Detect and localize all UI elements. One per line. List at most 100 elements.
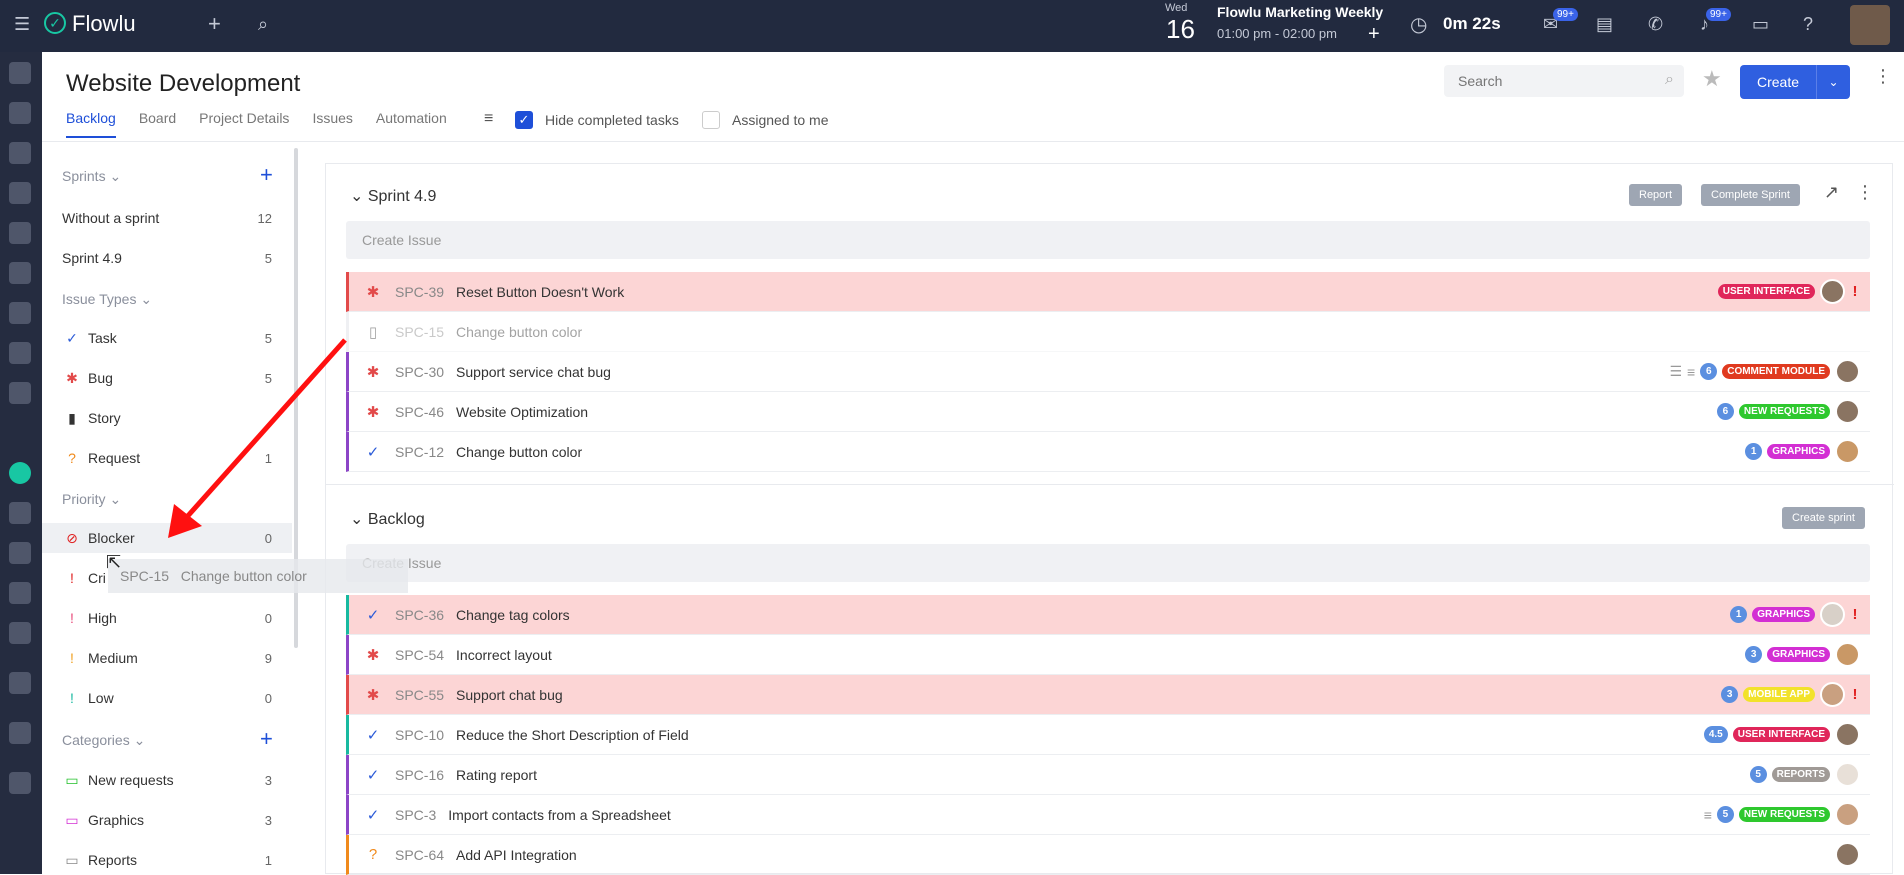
chat-icon[interactable]: ▭: [1752, 12, 1769, 36]
issue-types-heading[interactable]: Issue Types ⌄: [62, 291, 152, 308]
create-button[interactable]: Create: [1740, 65, 1816, 99]
help-icon[interactable]: ?: [1803, 12, 1813, 36]
bug-icon: ✱: [366, 403, 380, 421]
avatar: [1820, 279, 1845, 304]
bug-icon: ✱: [366, 363, 380, 381]
add-sprint-icon[interactable]: +: [260, 164, 273, 186]
tab-automation[interactable]: Automation: [376, 110, 447, 138]
sidebar-item-task[interactable]: ✓ Task 5: [62, 323, 272, 353]
menu-icon[interactable]: ☰: [14, 12, 30, 36]
rail-docs-icon[interactable]: [9, 302, 31, 324]
table-row[interactable]: ? SPC-64 Add API Integration: [346, 835, 1870, 875]
timer-icon[interactable]: ◷: [1410, 13, 1427, 37]
user-avatar[interactable]: [1850, 5, 1890, 45]
search-icon[interactable]: ⌕: [258, 12, 268, 36]
mail-badge: 99+: [1553, 8, 1578, 21]
rail-finance-icon[interactable]: [9, 342, 31, 364]
check-icon: ✓: [366, 726, 380, 744]
sprint-more-icon[interactable]: ⋮: [1856, 182, 1874, 203]
sidebar-item-without-sprint[interactable]: Without a sprint 12: [62, 203, 272, 233]
external-link-icon[interactable]: ↗: [1824, 182, 1839, 203]
sidebar-item-story[interactable]: ▮ Story: [62, 403, 272, 433]
report-button[interactable]: Report: [1629, 184, 1683, 206]
sidebar-item-bug[interactable]: ✱ Bug 5: [62, 363, 272, 393]
table-row[interactable]: ✓ SPC-16 Rating report 5 REPORTS: [346, 755, 1870, 795]
sidebar-item-blocker[interactable]: ⊘ Blocker 0: [42, 523, 292, 553]
rail-agile-icon[interactable]: [9, 462, 31, 484]
question-icon: ?: [68, 450, 76, 466]
rail-links-icon[interactable]: [9, 222, 31, 244]
hide-completed-checkbox[interactable]: ✓: [515, 111, 533, 129]
rail-crm-icon[interactable]: [9, 62, 31, 84]
timer-value: 0m 22s: [1443, 14, 1501, 33]
search-box[interactable]: ⌕: [1444, 65, 1684, 97]
rail-kb-icon[interactable]: [9, 502, 31, 524]
complete-sprint-button[interactable]: Complete Sprint: [1701, 184, 1800, 206]
bug-icon: ✱: [366, 283, 380, 301]
backlog-title[interactable]: ⌄ Backlog: [350, 509, 425, 529]
add-event-icon[interactable]: +: [1368, 22, 1380, 46]
tab-issues[interactable]: Issues: [312, 110, 352, 138]
table-row-dragging[interactable]: ▯ SPC-15 Change button color: [346, 312, 1870, 352]
table-row[interactable]: ✓ SPC-10 Reduce the Short Description of F…: [346, 715, 1870, 755]
create-sprint-button[interactable]: Create sprint: [1782, 507, 1865, 529]
backlog-create-issue[interactable]: Create Issue: [346, 544, 1870, 582]
rail-settings-icon[interactable]: [9, 722, 31, 744]
table-row[interactable]: ✱ SPC-54 Incorrect layout 3 GRAPHICS: [346, 635, 1870, 675]
event-time: 01:00 pm - 02:00 pm: [1217, 26, 1337, 41]
sidebar-item-request[interactable]: ? Request 1: [62, 443, 272, 473]
sidebar-item-sprint-4-9[interactable]: Sprint 4.9 5: [62, 243, 272, 273]
star-icon[interactable]: ★: [1702, 66, 1722, 92]
sidebar-item-reports[interactable]: ▭ Reports 1: [62, 845, 272, 875]
rail-funnel-icon[interactable]: [9, 142, 31, 164]
sidebar-item-graphics[interactable]: ▭ Graphics 3: [62, 805, 272, 835]
notes-icon[interactable]: ▤: [1596, 12, 1613, 36]
check-icon: ✓: [66, 329, 78, 346]
table-row[interactable]: ✱ SPC-39 Reset Button Doesn't Work USER IN…: [346, 272, 1870, 312]
tab-backlog[interactable]: Backlog: [66, 110, 116, 138]
plus-icon[interactable]: +: [208, 12, 221, 36]
rail-invoice-icon[interactable]: [9, 582, 31, 604]
filter-icon[interactable]: ≡: [484, 110, 493, 128]
rail-apps-icon[interactable]: [9, 542, 31, 564]
search-input[interactable]: [1444, 65, 1644, 97]
rail-extra-icon[interactable]: [9, 772, 31, 794]
table-row[interactable]: ✱ SPC-46 Website Optimization 6 NEW REQUEST…: [346, 392, 1870, 432]
table-row[interactable]: ✓ SPC-3 Import contacts from a Spreadsheet…: [346, 795, 1870, 835]
rail-clock-icon[interactable]: [9, 672, 31, 694]
cursor-icon: ⇱: [106, 552, 122, 572]
avatar: [1835, 802, 1860, 827]
rail-puzzle-icon[interactable]: [9, 262, 31, 284]
rail-projects-icon[interactable]: [9, 182, 31, 204]
sidebar-item-medium[interactable]: ! Medium 9: [62, 643, 272, 673]
sprint-create-issue[interactable]: Create Issue: [346, 221, 1870, 259]
event-day-num: 16: [1166, 14, 1195, 44]
avatar: [1835, 359, 1860, 384]
more-icon[interactable]: ⋮: [1874, 66, 1892, 87]
rail-users-icon[interactable]: [9, 622, 31, 644]
search-icon[interactable]: ⌕: [1665, 71, 1674, 89]
add-category-icon[interactable]: +: [260, 728, 273, 750]
phone-icon[interactable]: ✆: [1648, 12, 1663, 36]
tab-project-details[interactable]: Project Details: [199, 110, 289, 138]
rail-team-icon[interactable]: [9, 382, 31, 404]
event-title[interactable]: Flowlu Marketing Weekly: [1217, 4, 1383, 20]
table-row[interactable]: ✓ SPC-36 Change tag colors 1 GRAPHICS!: [346, 595, 1870, 635]
filter-sidebar: Sprints ⌄ + Without a sprint 12 Sprint 4.…: [42, 148, 298, 875]
sprints-heading[interactable]: Sprints ⌄: [62, 168, 121, 185]
assigned-to-me-checkbox[interactable]: [702, 111, 720, 129]
categories-heading[interactable]: Categories ⌄: [62, 732, 145, 749]
avatar: [1835, 439, 1860, 464]
priority-heading[interactable]: Priority ⌄: [62, 491, 121, 508]
sidebar-item-low[interactable]: ! Low 0: [62, 683, 272, 713]
sidebar-item-high[interactable]: ! High 0: [62, 603, 272, 633]
sprint-title[interactable]: ⌄ Sprint 4.9: [350, 186, 436, 206]
tab-board[interactable]: Board: [139, 110, 176, 138]
table-row[interactable]: ✱ SPC-30 Support service chat bug ☰ ≡ 6 COMME…: [346, 352, 1870, 392]
table-row[interactable]: ✓ SPC-12 Change button color 1 GRAPHICS: [346, 432, 1870, 472]
create-dropdown-icon[interactable]: ⌄: [1816, 65, 1850, 99]
table-row[interactable]: ✱ SPC-55 Support chat bug 3 MOBILE APP!: [346, 675, 1870, 715]
rail-tasks-icon[interactable]: [9, 102, 31, 124]
event-day-name: Wed: [1165, 2, 1188, 14]
sidebar-item-new-requests[interactable]: ▭ New requests 3: [62, 765, 272, 795]
